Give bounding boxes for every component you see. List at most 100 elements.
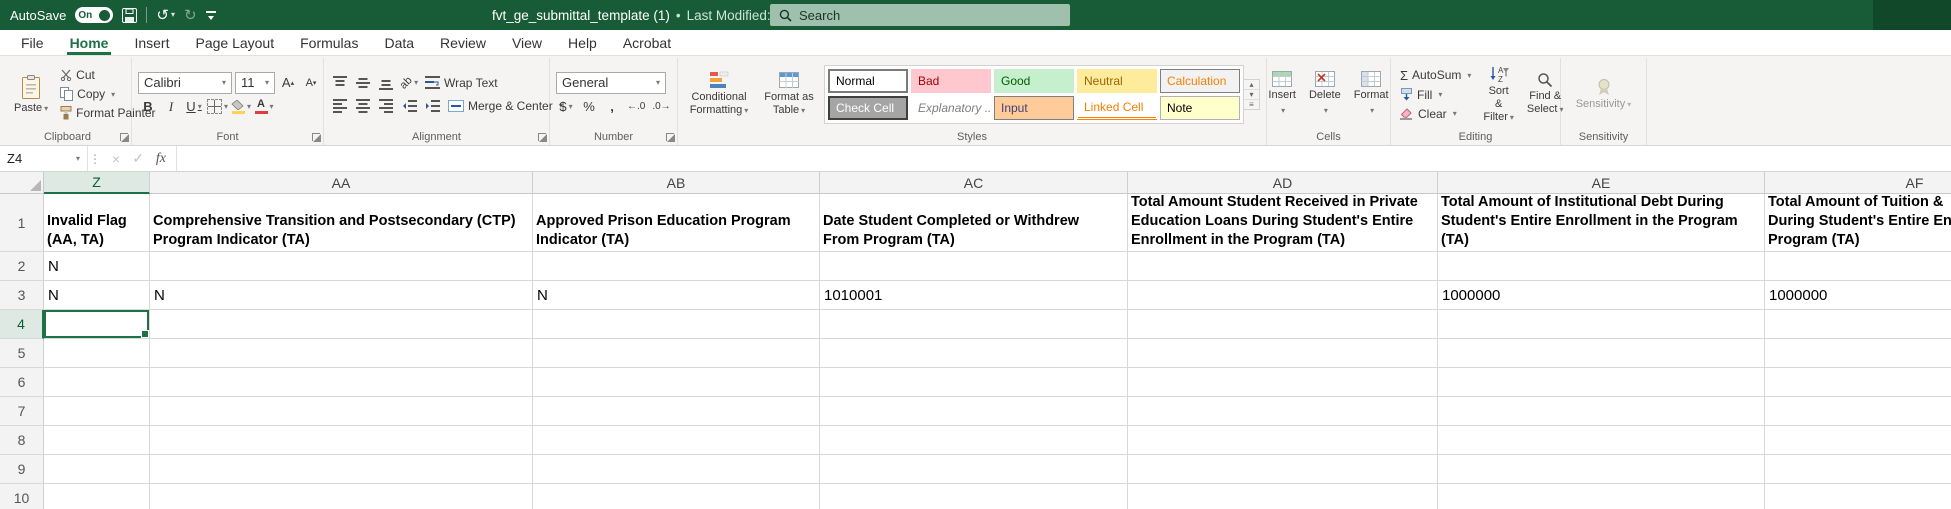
cell-Z10[interactable] [44,484,150,509]
cell-Z8[interactable] [44,426,150,455]
style-good[interactable]: Good [994,68,1074,93]
row-header-10[interactable]: 10 [0,484,44,509]
cell-AB7[interactable] [533,397,820,426]
column-header-AF[interactable]: AF [1765,172,1951,194]
alignment-dialog-launcher[interactable] [538,133,547,142]
cell-AA9[interactable] [150,455,533,484]
redo-button[interactable]: ↻ [184,8,197,23]
cell-AC2[interactable] [820,252,1128,281]
cell-Z7[interactable] [44,397,150,426]
cell-AA5[interactable] [150,339,533,368]
underline-button[interactable]: U ▾ [184,97,204,117]
insert-cells-button[interactable]: Insert ▾ [1264,69,1300,119]
cell-AE10[interactable] [1438,484,1765,509]
format-as-table-button[interactable]: Format as Table ▾ [759,69,819,119]
cell-AC10[interactable] [820,484,1128,509]
align-right-button[interactable] [376,96,396,116]
increase-decimal-button[interactable]: ←.0 [625,101,647,112]
tab-home[interactable]: Home [57,30,122,55]
cell-AA3[interactable]: N [150,281,533,310]
italic-button[interactable]: I [161,97,181,117]
styles-scroll-up-button[interactable]: ▴ [1244,80,1259,90]
cell-AF10[interactable] [1765,484,1951,509]
tab-file[interactable]: File [8,30,57,55]
cell-AA10[interactable] [150,484,533,509]
cell-AE7[interactable] [1438,397,1765,426]
tab-formulas[interactable]: Formulas [287,30,371,55]
cell-AB10[interactable] [533,484,820,509]
cell-AE8[interactable] [1438,426,1765,455]
cell-AC4[interactable] [820,310,1128,339]
tab-view[interactable]: View [499,30,555,55]
number-format-combo[interactable]: General ▾ [556,71,666,94]
cell-AB6[interactable] [533,368,820,397]
tab-page-layout[interactable]: Page Layout [182,30,287,55]
cell-AF2[interactable] [1765,252,1951,281]
column-header-AA[interactable]: AA [150,172,533,194]
cell-AD9[interactable] [1128,455,1438,484]
row-header-7[interactable]: 7 [0,397,44,426]
formula-bar-resize-handle[interactable]: ⋮ [88,146,102,171]
cell-AA1[interactable]: Comprehensive Transition and Postseconda… [150,194,533,252]
clear-button[interactable]: Clear ▾ [1397,106,1474,122]
cell-AB2[interactable] [533,252,820,281]
number-dialog-launcher[interactable] [666,133,675,142]
cell-AF7[interactable] [1765,397,1951,426]
cell-AB9[interactable] [533,455,820,484]
autosave-toggle[interactable]: On [75,7,114,23]
cell-AD8[interactable] [1128,426,1438,455]
style-note[interactable]: Note [1160,95,1240,120]
cell-AF6[interactable] [1765,368,1951,397]
cell-AE9[interactable] [1438,455,1765,484]
cell-AF5[interactable] [1765,339,1951,368]
orientation-button[interactable]: ab ▾ [397,73,419,93]
tab-acrobat[interactable]: Acrobat [610,30,684,55]
cell-Z1[interactable]: Invalid Flag (AA, TA) [44,194,150,252]
row-header-9[interactable]: 9 [0,455,44,484]
cell-AE1[interactable]: Total Amount of Institutional Debt Durin… [1438,194,1765,252]
cell-AB3[interactable]: N [533,281,820,310]
paste-button[interactable]: Paste ▾ [10,72,52,117]
cell-AE5[interactable] [1438,339,1765,368]
cell-AD7[interactable] [1128,397,1438,426]
merge-center-button[interactable]: Merge & Center ▾ [445,98,566,114]
decrease-decimal-button[interactable]: .0→ [650,101,672,112]
cell-AE3[interactable]: 1000000 [1438,281,1765,310]
cell-AF3[interactable]: 1000000 [1765,281,1951,310]
borders-button[interactable]: ▾ [207,97,228,117]
increase-indent-button[interactable] [422,96,442,116]
row-header-1[interactable]: 1 [0,194,44,252]
format-cells-button[interactable]: Format ▾ [1350,69,1393,119]
conditional-formatting-button[interactable]: Conditional Formatting ▾ [684,69,754,119]
tab-insert[interactable]: Insert [121,30,182,55]
cell-AD3[interactable] [1128,281,1438,310]
select-all-corner[interactable] [0,172,44,194]
customize-qat-button[interactable] [205,11,216,20]
row-header-4[interactable]: 4 [0,310,44,339]
cell-AE6[interactable] [1438,368,1765,397]
save-button[interactable] [122,7,138,23]
autosum-button[interactable]: Σ AutoSum ▾ [1397,67,1474,84]
cell-AF1[interactable]: Total Amount of Tuition & During Student… [1765,194,1951,252]
cell-AB4[interactable] [533,310,820,339]
row-header-8[interactable]: 8 [0,426,44,455]
align-left-button[interactable] [330,96,350,116]
tab-data[interactable]: Data [371,30,427,55]
row-header-5[interactable]: 5 [0,339,44,368]
cell-AB5[interactable] [533,339,820,368]
column-header-AC[interactable]: AC [820,172,1128,194]
style-calculation[interactable]: Calculation [1160,68,1240,93]
percent-style-button[interactable]: % [579,97,599,117]
cell-AA8[interactable] [150,426,533,455]
font-family-combo[interactable]: Calibri ▾ [138,71,232,94]
align-middle-button[interactable] [353,73,373,93]
font-size-combo[interactable]: 11 ▾ [235,71,275,94]
style-explanatory[interactable]: Explanatory ... [911,95,991,120]
style-neutral[interactable]: Neutral [1077,68,1157,93]
align-top-button[interactable] [330,73,350,93]
style-input[interactable]: Input [994,95,1074,120]
formula-input[interactable] [177,146,1951,171]
cell-AA4[interactable] [150,310,533,339]
bold-button[interactable]: B [138,97,158,117]
column-header-Z[interactable]: Z [44,172,150,194]
